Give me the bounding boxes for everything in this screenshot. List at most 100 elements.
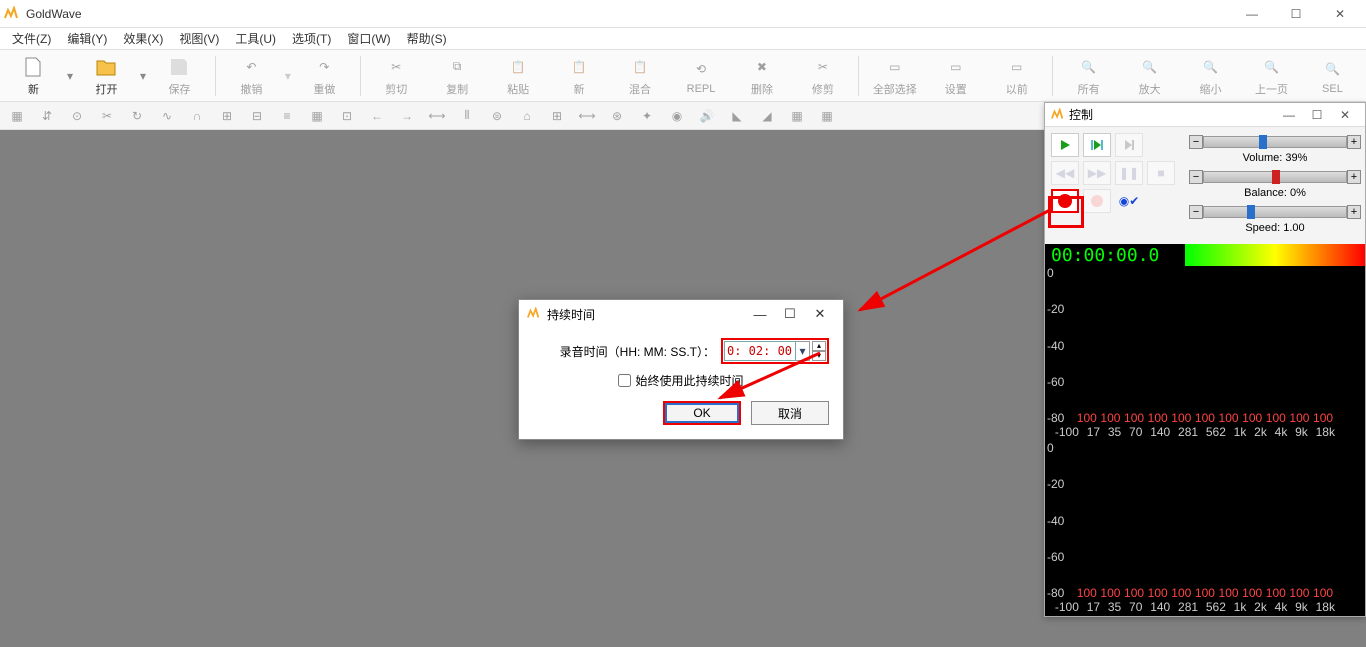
app-logo-icon — [4, 6, 20, 22]
redo-icon: ↷ — [312, 55, 336, 79]
control-panel: 控制 — ☐ ✕ ◀◀ ▶▶ ❚❚ ■ ◉✔ − — [1044, 102, 1366, 617]
dropdown-icon[interactable]: ▾ — [67, 69, 73, 83]
set-icon: ▭ — [944, 55, 968, 79]
speed-inc[interactable]: + — [1347, 205, 1361, 219]
rewind-button: ◀◀ — [1051, 161, 1079, 185]
duration-dialog: 持续时间 — ☐ ✕ 录音时间（HH: MM: SS.T）： ▾ ▴ ▾ 始终使… — [518, 299, 844, 440]
effect-icon: ◉ — [666, 105, 688, 127]
dialog-logo-icon — [527, 307, 541, 321]
zoom-in-icon: 🔍 — [1138, 55, 1162, 79]
effect-icon: ✦ — [636, 105, 658, 127]
annotation-highlight-input: ▾ ▴ ▾ — [721, 338, 829, 364]
undo-icon: ↶ — [239, 55, 263, 79]
mix-icon: 📋 — [628, 55, 652, 79]
select-all-icon: ▭ — [883, 55, 907, 79]
ok-button[interactable]: OK — [663, 401, 741, 425]
duration-spin-down[interactable]: ▾ — [812, 351, 826, 361]
menu-tool[interactable]: 工具(U) — [227, 28, 284, 49]
toolbar-pastenew: 📋新 — [552, 52, 607, 100]
toolbar-save: 保存 — [152, 52, 207, 100]
volume-slider[interactable] — [1203, 136, 1347, 148]
record-button[interactable] — [1051, 189, 1079, 213]
duration-input[interactable] — [724, 341, 796, 361]
level-meter — [1185, 244, 1365, 266]
toolbar-undo: ↶撤销 — [224, 52, 279, 100]
effect-icon: ⊙ — [66, 105, 88, 127]
volume-thumb[interactable] — [1259, 135, 1267, 149]
toolbar-prev: ▭以前 — [989, 52, 1044, 100]
menu-effect[interactable]: 效果(X) — [115, 28, 171, 49]
minimize-button[interactable]: — — [1230, 0, 1274, 28]
paste-new-icon: 📋 — [567, 55, 591, 79]
always-use-label: 始终使用此持续时间 — [635, 372, 743, 389]
cancel-button[interactable]: 取消 — [751, 401, 829, 425]
effect-icon: ∩ — [186, 105, 208, 127]
effect-icon: ← — [366, 105, 388, 127]
pause-button: ❚❚ — [1115, 161, 1143, 185]
cut-icon: ✂ — [384, 55, 408, 79]
volume-inc[interactable]: + — [1347, 135, 1361, 149]
speed-thumb[interactable] — [1247, 205, 1255, 219]
speed-label: Speed: 1.00 — [1189, 221, 1361, 238]
toolbar-set: ▭设置 — [928, 52, 983, 100]
loop-button[interactable]: ◉✔ — [1115, 189, 1143, 213]
effect-icon: ↻ — [126, 105, 148, 127]
spectrum-peak-row: 100100100100100100100100100100100 — [1045, 411, 1365, 425]
dialog-close[interactable]: ✕ — [805, 306, 835, 322]
replace-icon: ⟲ — [689, 57, 713, 81]
play-button[interactable] — [1051, 133, 1079, 157]
control-maximize[interactable]: ☐ — [1303, 108, 1331, 122]
effect-icon: ⊛ — [606, 105, 628, 127]
effect-icon: ⊞ — [546, 105, 568, 127]
menu-window[interactable]: 窗口(W) — [339, 28, 398, 49]
menu-file[interactable]: 文件(Z) — [4, 28, 59, 49]
toolbar-new[interactable]: 新 — [6, 52, 61, 100]
forward-button: ▶▶ — [1083, 161, 1111, 185]
effect-icon: ✂ — [96, 105, 118, 127]
duration-dropdown[interactable]: ▾ — [796, 341, 810, 361]
menu-help[interactable]: 帮助(S) — [399, 28, 455, 49]
menu-view[interactable]: 视图(V) — [171, 28, 227, 49]
toolbar-mix: 📋混合 — [613, 52, 668, 100]
main-toolbar: 新 ▾ 打开 ▾ 保存 ↶撤销 ▾ ↷重做 ✂剪切 ⧉复制 📋粘贴 📋新 📋混合… — [0, 50, 1366, 102]
volume-dec[interactable]: − — [1189, 135, 1203, 149]
main-titlebar: GoldWave — ☐ ✕ — [0, 0, 1366, 28]
volume-label: Volume: 39% — [1189, 151, 1361, 168]
toolbar-selectall: ▭全部选择 — [867, 52, 922, 100]
balance-slider[interactable] — [1203, 171, 1347, 183]
effect-icon: ◣ — [726, 105, 748, 127]
speed-dec[interactable]: − — [1189, 205, 1203, 219]
zoom-sel-icon: 🔍 — [1320, 57, 1344, 81]
effect-icon: ∿ — [156, 105, 178, 127]
dropdown-icon[interactable]: ▾ — [140, 69, 146, 83]
dialog-maximize[interactable]: ☐ — [775, 306, 805, 322]
effect-icon: ≡ — [276, 105, 298, 127]
balance-dec[interactable]: − — [1189, 170, 1203, 184]
balance-inc[interactable]: + — [1347, 170, 1361, 184]
trim-icon: ✂ — [811, 55, 835, 79]
effect-icon: ⟷ — [576, 105, 598, 127]
toolbar-zoomin: 🔍放大 — [1122, 52, 1177, 100]
paste-icon: 📋 — [506, 55, 530, 79]
control-logo-icon — [1051, 108, 1065, 122]
speed-slider[interactable] — [1203, 206, 1347, 218]
effect-icon: ⊡ — [336, 105, 358, 127]
play-sel-button[interactable] — [1083, 133, 1111, 157]
close-button[interactable]: ✕ — [1318, 0, 1362, 28]
menu-edit[interactable]: 编辑(Y) — [59, 28, 115, 49]
control-close[interactable]: ✕ — [1331, 108, 1359, 122]
balance-thumb[interactable] — [1272, 170, 1280, 184]
always-use-checkbox[interactable] — [618, 374, 631, 387]
dropdown-icon: ▾ — [285, 69, 291, 83]
dialog-minimize[interactable]: — — [745, 307, 775, 322]
effect-icon: ⊞ — [216, 105, 238, 127]
spectrum-left: 0-20-40-60-80 10010010010010010010010010… — [1045, 266, 1365, 441]
menu-option[interactable]: 选项(T) — [284, 28, 339, 49]
effect-icon: ▦ — [6, 105, 28, 127]
control-minimize[interactable]: — — [1275, 108, 1303, 122]
duration-spin-up[interactable]: ▴ — [812, 341, 826, 351]
toolbar-open[interactable]: 打开 — [79, 52, 134, 100]
maximize-button[interactable]: ☐ — [1274, 0, 1318, 28]
toolbar-copy: ⧉复制 — [430, 52, 485, 100]
effect-icon: ▦ — [816, 105, 838, 127]
